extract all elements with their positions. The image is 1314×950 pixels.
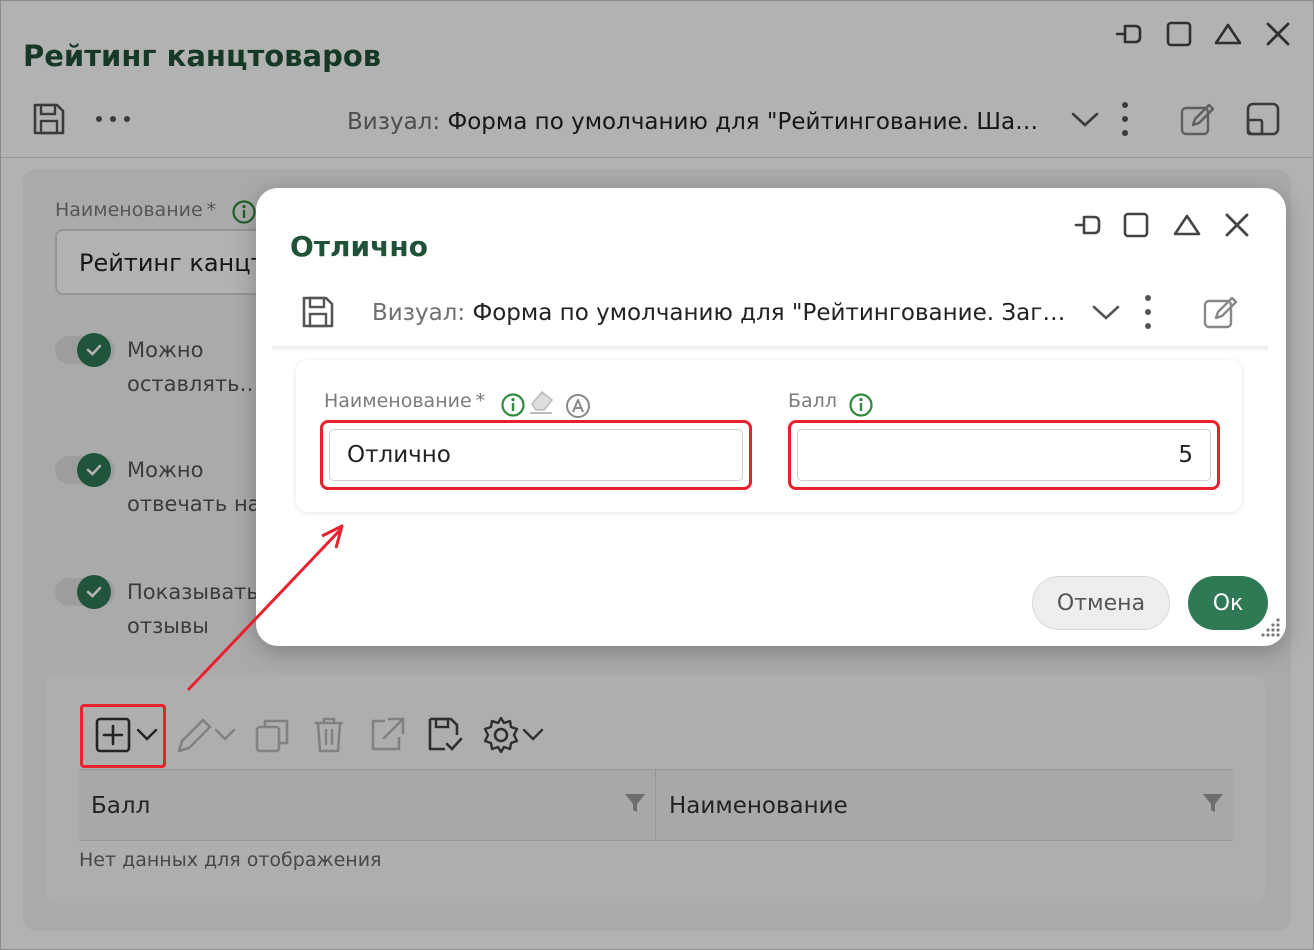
- eraser-icon[interactable]: [526, 386, 556, 416]
- chevron-down-icon[interactable]: [1086, 292, 1126, 332]
- input-frame: [797, 429, 1211, 481]
- more-vertical-icon[interactable]: [1128, 292, 1168, 332]
- add-button-highlight: [80, 704, 166, 768]
- visual-value: Форма по умолчанию для "Рейтингование. З…: [472, 300, 1066, 326]
- maximize-icon[interactable]: [1120, 208, 1154, 242]
- dialog-score-value: 5: [1178, 442, 1193, 468]
- info-icon[interactable]: [848, 392, 874, 418]
- close-icon[interactable]: [1220, 208, 1254, 242]
- auto-text-icon[interactable]: [564, 392, 592, 420]
- screen: Рейтинг канцтоваров Визуал: Форма по умо…: [0, 0, 1314, 950]
- save-icon[interactable]: [298, 292, 338, 332]
- info-icon[interactable]: [500, 392, 526, 418]
- dialog-divider: [272, 346, 1268, 352]
- collapse-icon[interactable]: [1170, 208, 1204, 242]
- dialog-visual-selector[interactable]: Визуал: Форма по умолчанию для "Рейтинго…: [372, 300, 1065, 326]
- cancel-button[interactable]: Отмена: [1032, 576, 1170, 630]
- required-mark: *: [475, 390, 486, 412]
- dialog-name-value: Отлично: [347, 442, 451, 468]
- resize-grip-icon[interactable]: [1256, 616, 1282, 642]
- dialog-name-label: Наименование *: [324, 390, 485, 412]
- dialog-score-label: Балл: [788, 390, 837, 412]
- name-label-text: Наименование: [324, 390, 472, 412]
- visual-key: Визуал:: [372, 300, 466, 326]
- dialog-score-input[interactable]: 5: [788, 420, 1220, 490]
- dialog-name-input[interactable]: Отлично: [320, 420, 752, 490]
- dialog-title: Отлично: [290, 230, 428, 263]
- edit-form-icon[interactable]: [1200, 292, 1240, 332]
- pin-icon[interactable]: [1072, 208, 1106, 242]
